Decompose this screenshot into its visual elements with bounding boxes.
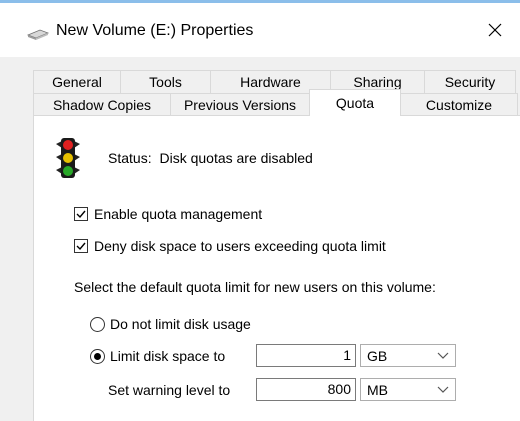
tab-general[interactable]: General: [33, 70, 121, 93]
no-limit-radio[interactable]: Do not limit disk usage: [90, 316, 251, 332]
checkmark-icon: [76, 242, 86, 251]
status-label: Status:: [108, 150, 152, 166]
tab-customize[interactable]: Customize: [400, 93, 518, 116]
no-limit-radio-circle[interactable]: [90, 316, 105, 332]
tab-previous-versions[interactable]: Previous Versions: [170, 93, 310, 116]
warning-unit-value: MB: [367, 381, 388, 398]
close-button[interactable]: [470, 3, 520, 57]
dialog-body: General Tools Hardware Sharing Security …: [0, 57, 520, 421]
tab-quota[interactable]: Quota: [309, 89, 401, 116]
limit-unit-select[interactable]: GB: [360, 344, 456, 367]
deny-space-checkbox-box[interactable]: [74, 239, 88, 253]
enable-quota-checkbox[interactable]: Enable quota management: [74, 206, 262, 222]
limit-label: Limit disk space to: [110, 348, 226, 364]
checkmark-icon: [76, 210, 86, 219]
tab-security[interactable]: Security: [424, 70, 516, 93]
limit-radio-circle[interactable]: [90, 348, 105, 364]
status-line: Status: Disk quotas are disabled: [108, 150, 313, 166]
status-value: Disk quotas are disabled: [159, 150, 313, 166]
close-icon: [488, 23, 502, 37]
properties-window: New Volume (E:) Properties General Tools…: [0, 0, 520, 421]
deny-space-checkbox[interactable]: Deny disk space to users exceeding quota…: [74, 238, 386, 254]
tab-shadow-copies[interactable]: Shadow Copies: [33, 93, 171, 116]
tab-tools[interactable]: Tools: [120, 70, 211, 93]
tab-row-1: General Tools Hardware Sharing Security: [33, 70, 516, 93]
enable-quota-checkbox-box[interactable]: [74, 207, 88, 221]
default-limit-prompt: Select the default quota limit for new u…: [74, 279, 436, 295]
enable-quota-label: Enable quota management: [94, 206, 263, 222]
traffic-light-icon: [56, 138, 80, 178]
no-limit-label: Do not limit disk usage: [110, 316, 251, 332]
tab-row-2: Shadow Copies Previous Versions Quota Cu…: [33, 89, 518, 116]
limit-unit-value: GB: [367, 347, 388, 364]
window-title: New Volume (E:) Properties: [56, 22, 254, 39]
warning-unit-select[interactable]: MB: [360, 378, 456, 401]
chevron-down-icon: [437, 352, 449, 359]
deny-space-label: Deny disk space to users exceeding quota…: [94, 238, 386, 254]
quota-panel: Status: Disk quotas are disabled Enable …: [33, 115, 520, 421]
warning-level-label: Set warning level to: [108, 382, 231, 398]
limit-value-input[interactable]: 1: [256, 344, 356, 367]
limit-radio[interactable]: Limit disk space to: [90, 348, 225, 364]
titlebar[interactable]: New Volume (E:) Properties: [0, 3, 520, 57]
radio-selected-dot: [94, 352, 101, 360]
chevron-down-icon: [437, 386, 449, 393]
drive-icon: [26, 29, 50, 40]
warning-value-input[interactable]: 800: [256, 378, 356, 401]
